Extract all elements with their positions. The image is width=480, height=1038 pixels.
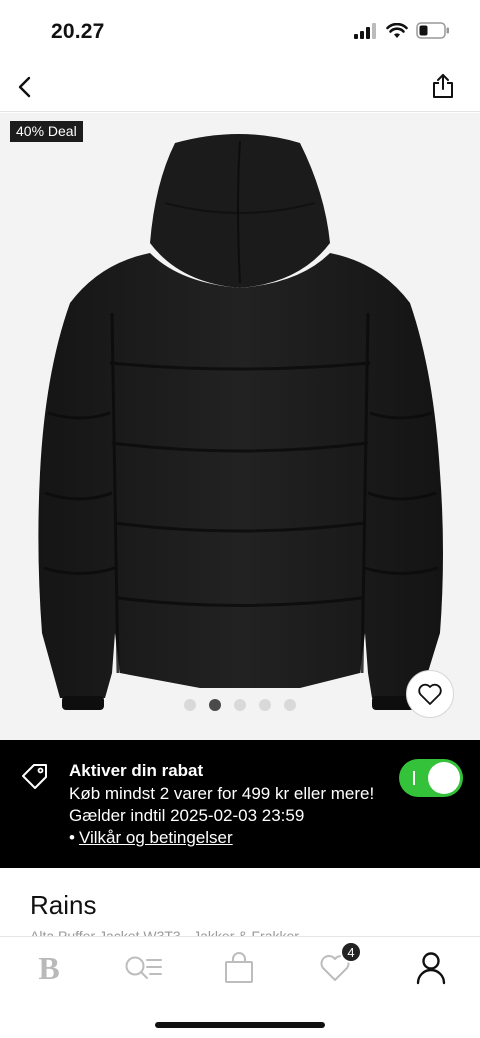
boozt-logo-icon: B [38, 949, 60, 986]
tab-home[interactable]: B [24, 945, 74, 991]
heart-outline-icon [418, 683, 442, 705]
carousel-dot[interactable] [259, 699, 271, 711]
carousel-dot[interactable] [284, 699, 296, 711]
status-icons [354, 22, 450, 39]
product-image-carousel[interactable]: 40% Deal [0, 113, 480, 740]
share-icon [433, 74, 453, 98]
chevron-left-icon [18, 76, 31, 98]
shopping-bag-icon [225, 952, 253, 983]
tag-icon [22, 764, 47, 789]
user-icon [416, 952, 446, 985]
status-bar: 20.27 [0, 0, 480, 62]
share-button[interactable] [428, 70, 458, 102]
home-indicator[interactable] [155, 1022, 325, 1028]
bullet: • [69, 828, 75, 847]
carousel-dot[interactable] [184, 699, 196, 711]
jacket-product-image [38, 134, 444, 710]
discount-promo-banner: Aktiver din rabat Køb mindst 2 varer for… [0, 740, 480, 868]
add-to-favorites-button[interactable] [406, 670, 454, 718]
status-time: 20.27 [51, 20, 105, 43]
promo-description: Køb mindst 2 varer for 499 kr eller mere… [69, 784, 375, 825]
tab-search[interactable] [118, 945, 168, 991]
toggle-knob [428, 762, 460, 794]
activate-discount-toggle[interactable] [399, 759, 463, 797]
carousel-dot-active[interactable] [209, 699, 221, 711]
tab-shopping-bag[interactable] [214, 945, 264, 991]
nav-bar [0, 62, 480, 112]
wifi-icon [386, 22, 408, 38]
search-list-icon [125, 956, 162, 979]
tab-profile[interactable] [406, 945, 456, 991]
toggle-on-indicator [413, 771, 415, 785]
product-brand[interactable]: Rains [30, 890, 96, 921]
carousel-pagination [184, 699, 296, 711]
terms-row: • Vilkår og betingelser [69, 828, 233, 848]
favorites-count-badge: 4 [340, 941, 362, 963]
carousel-dot[interactable] [234, 699, 246, 711]
terms-link[interactable]: Vilkår og betingelser [79, 828, 233, 848]
cellular-signal-icon [354, 22, 376, 39]
deal-badge: 40% Deal [10, 121, 83, 142]
battery-icon [416, 22, 449, 39]
back-button[interactable] [10, 72, 40, 102]
promo-title: Aktiver din rabat [69, 761, 204, 780]
